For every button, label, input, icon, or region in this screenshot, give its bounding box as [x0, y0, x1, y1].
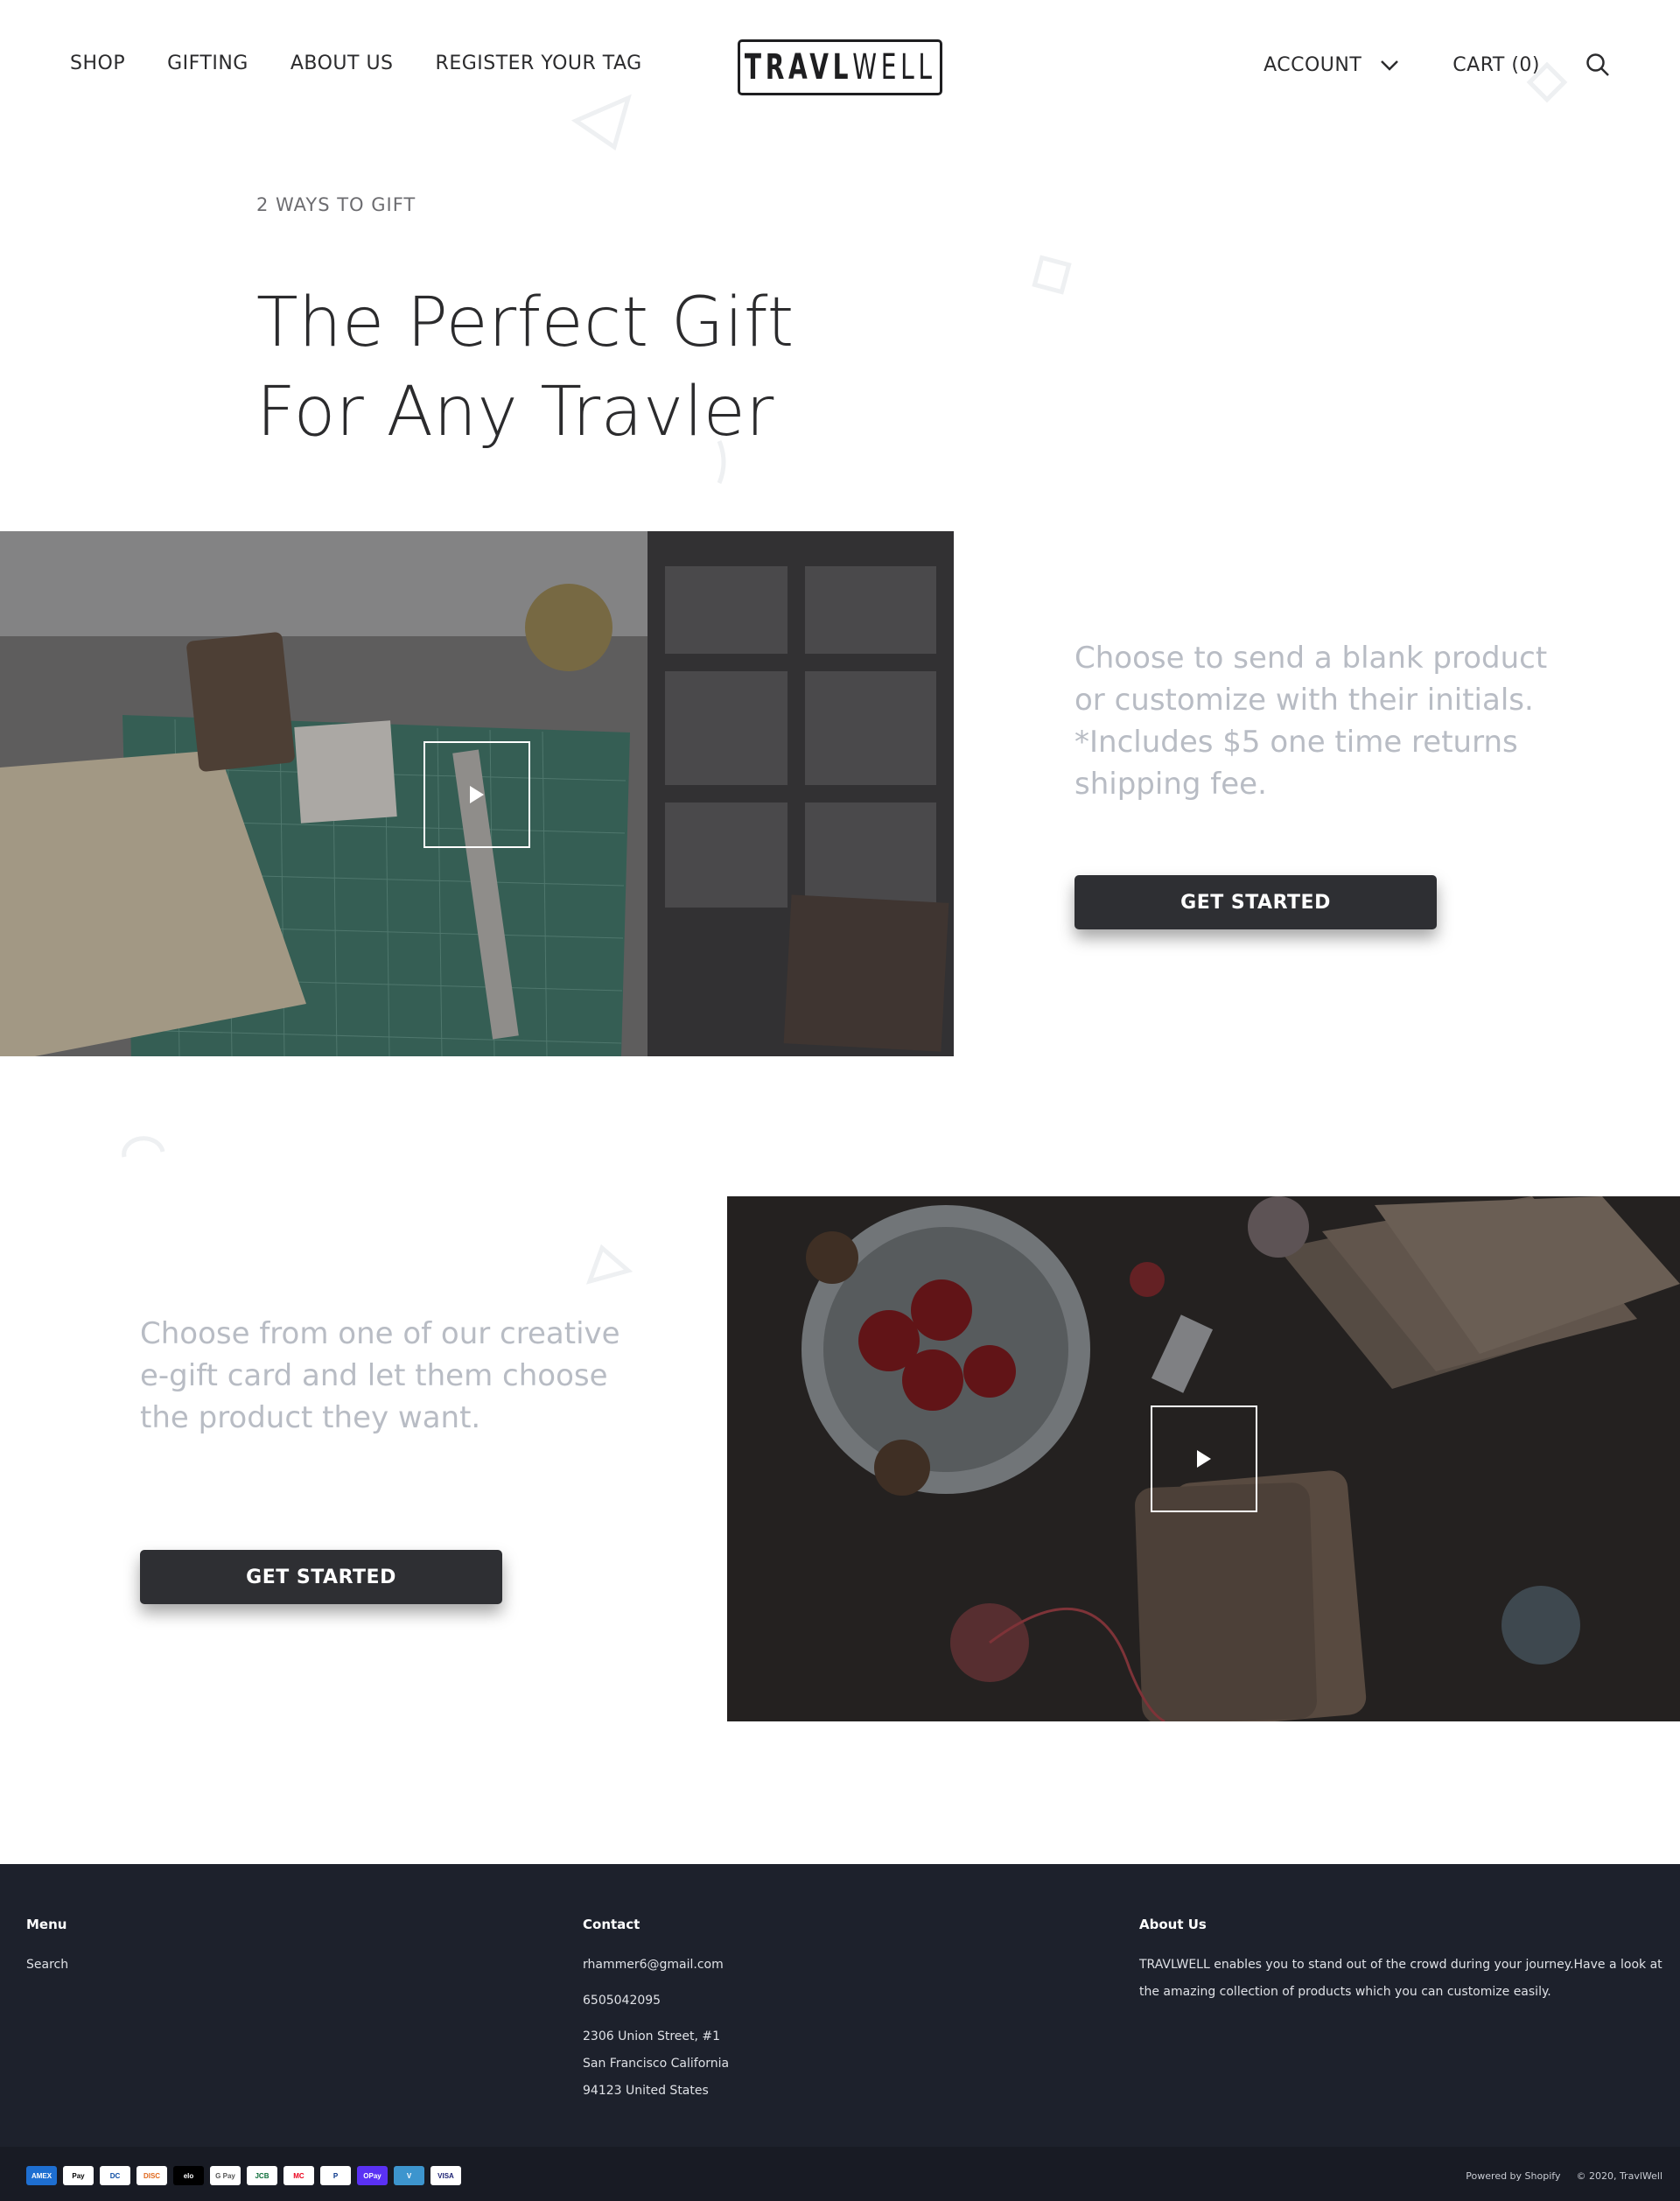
- footer-contact: Contact rhammer6@gmail.com 6505042095 23…: [583, 1917, 729, 2105]
- apple-pay-icon: Pay: [63, 2166, 94, 2185]
- shop-pay-icon: OPay: [357, 2166, 388, 2185]
- account-label: ACCOUNT: [1264, 53, 1362, 76]
- decorative-diamond-icon: [1526, 61, 1568, 103]
- jcb-icon: JCB: [247, 2166, 277, 2185]
- copyright-text: © 2020, TravlWell: [1576, 2170, 1662, 2182]
- powered-by-link[interactable]: Powered by Shopify: [1466, 2170, 1560, 2182]
- contact-email[interactable]: rhammer6@gmail.com: [583, 1952, 729, 1979]
- diners-club-icon: DC: [100, 2166, 130, 2185]
- play-icon: [470, 786, 484, 803]
- get-started-button-2[interactable]: GET STARTED: [140, 1550, 502, 1604]
- footer-menu: Menu Search: [26, 1917, 68, 1979]
- footer-bottom-bar: AMEX Pay DC DISC elo G Pay JCB MC P OPay…: [0, 2147, 1680, 2201]
- nav-item-gifting[interactable]: GIFTING: [167, 53, 248, 74]
- footer-legal: Powered by Shopify © 2020, TravlWell: [1466, 2170, 1662, 2182]
- footer-contact-heading: Contact: [583, 1917, 640, 1932]
- page-title: The Perfect Gift For Any Travler: [256, 278, 921, 457]
- get-started-button-1[interactable]: GET STARTED: [1074, 875, 1437, 929]
- page-title-line-2: For Any Travler: [256, 373, 774, 452]
- play-video-button[interactable]: [1151, 1405, 1257, 1512]
- chevron-down-icon: [1379, 54, 1400, 75]
- discover-icon: DISC: [136, 2166, 167, 2185]
- site-header: SHOP GIFTING ABOUT US REGISTER YOUR TAG …: [0, 0, 1680, 135]
- payment-methods: AMEX Pay DC DISC elo G Pay JCB MC P OPay…: [26, 2166, 461, 2185]
- venmo-icon: V: [394, 2166, 424, 2185]
- play-video-button[interactable]: [424, 741, 530, 848]
- decorative-triangle-icon: [585, 1244, 634, 1285]
- contact-address-line-3: 94123 United States: [583, 2084, 709, 2098]
- play-icon: [1197, 1450, 1211, 1468]
- gift-option-description-1: Choose to send a blank product or custom…: [1074, 641, 1548, 802]
- google-pay-icon: G Pay: [210, 2166, 241, 2185]
- contact-phone[interactable]: 6505042095: [583, 1987, 729, 2015]
- gift-video-thumbnail-2[interactable]: [727, 1196, 1680, 1721]
- site-logo[interactable]: TRAVLWELL: [738, 39, 942, 95]
- main-nav: SHOP GIFTING ABOUT US REGISTER YOUR TAG: [70, 53, 642, 74]
- nav-item-about-us[interactable]: ABOUT US: [290, 53, 394, 74]
- footer-about: About Us TRAVLWELL enables you to stand …: [1139, 1917, 1664, 2006]
- paypal-icon: P: [320, 2166, 351, 2185]
- amex-icon: AMEX: [26, 2166, 57, 2185]
- logo-wordmark: TRAVLWELL: [744, 47, 936, 88]
- decorative-triangle-icon: [570, 94, 632, 151]
- elo-icon: elo: [173, 2166, 204, 2185]
- decorative-square-icon: [1032, 255, 1072, 295]
- gift-video-thumbnail-1[interactable]: [0, 531, 954, 1056]
- account-menu[interactable]: ACCOUNT: [1264, 54, 1400, 76]
- section-eyebrow: 2 WAYS TO GIFT: [256, 194, 416, 215]
- footer-link-search[interactable]: Search: [26, 1952, 68, 1979]
- contact-address-line-2: San Francisco California: [583, 2057, 730, 2071]
- nav-item-register-your-tag[interactable]: REGISTER YOUR TAG: [436, 53, 642, 74]
- visa-icon: VISA: [430, 2166, 461, 2185]
- footer-about-heading: About Us: [1139, 1917, 1207, 1932]
- footer-about-text: TRAVLWELL enables you to stand out of th…: [1139, 1958, 1662, 1999]
- contact-address-line-1: 2306 Union Street, #1: [583, 2029, 721, 2043]
- search-icon[interactable]: [1586, 53, 1610, 77]
- gift-option-description-2: Choose from one of our creative e-gift c…: [140, 1316, 620, 1435]
- mastercard-icon: MC: [284, 2166, 314, 2185]
- page-title-line-1: The Perfect Gift: [256, 284, 794, 362]
- footer-menu-heading: Menu: [26, 1917, 67, 1932]
- decorative-semicircle-icon: [122, 1136, 165, 1158]
- nav-item-shop[interactable]: SHOP: [70, 53, 125, 74]
